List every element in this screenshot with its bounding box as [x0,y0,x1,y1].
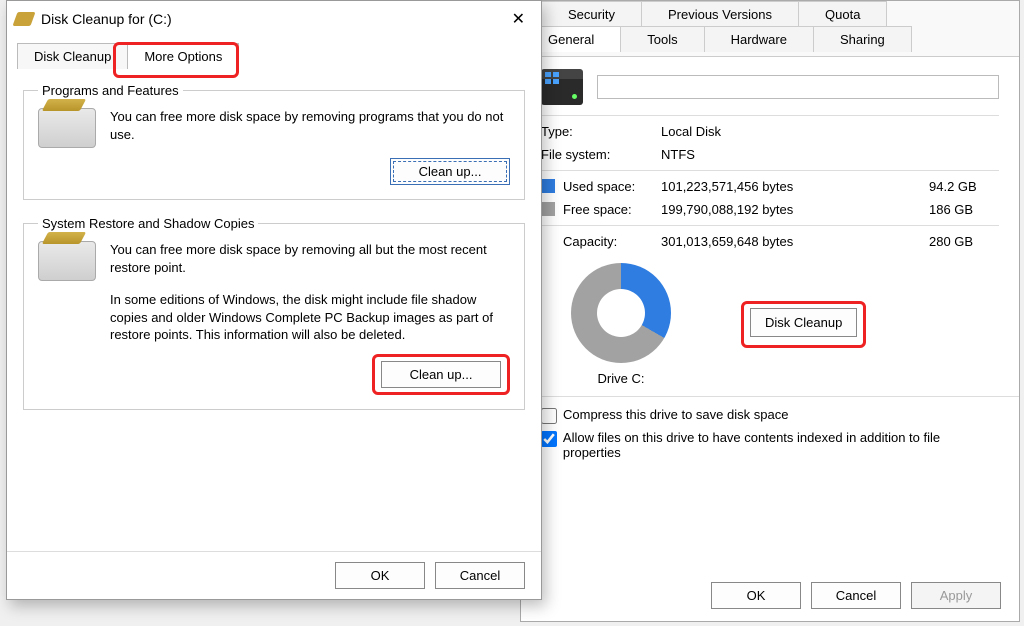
drive-icon [541,69,583,105]
index-label: Allow files on this drive to have conten… [563,430,999,460]
free-space-bytes: 199,790,088,192 bytes [661,202,929,217]
filesystem-label: File system: [541,147,661,162]
properties-body: Type: Local Disk File system: NTFS Used … [521,57,1019,470]
harddrive-sweep-icon [38,241,96,281]
dialog-tab-disk-cleanup[interactable]: Disk Cleanup [17,43,128,69]
dialog-tabs: Disk Cleanup More Options [17,43,531,69]
system-restore-cleanup-button[interactable]: Clean up... [381,361,501,388]
dialog-tab-more-options[interactable]: More Options [127,43,239,69]
filesystem-value: NTFS [661,147,999,162]
drive-name-input[interactable] [597,75,999,99]
system-restore-text1: You can free more disk space by removing… [110,241,510,276]
programs-features-legend: Programs and Features [38,83,183,98]
free-swatch-icon [541,202,555,216]
programs-cleanup-button[interactable]: Clean up... [390,158,510,185]
programs-features-text: You can free more disk space by removing… [110,108,510,143]
dialog-ok-button[interactable]: OK [335,562,425,589]
disk-cleanup-button[interactable]: Disk Cleanup [750,308,857,337]
tab-sharing[interactable]: Sharing [813,26,912,52]
compress-label: Compress this drive to save disk space [563,407,788,422]
properties-tabs: Security Previous Versions Quota General… [521,1,1019,57]
dialog-bottom-buttons: OK Cancel [7,551,541,599]
tab-hardware[interactable]: Hardware [704,26,814,52]
dialog-title: Disk Cleanup for (C:) [41,11,172,27]
free-space-label: Free space: [541,202,661,217]
drive-properties-window: Security Previous Versions Quota General… [520,0,1020,622]
highlight-system-restore-cleanup: Clean up... [372,354,510,395]
highlight-disk-cleanup: Disk Cleanup [741,301,866,348]
close-button[interactable]: ✕ [504,7,533,31]
properties-apply-button: Apply [911,582,1001,609]
used-swatch-icon [541,179,555,193]
dialog-titlebar: Disk Cleanup for (C:) ✕ [7,1,541,37]
used-space-gb: 94.2 GB [929,179,999,194]
properties-ok-button[interactable]: OK [711,582,801,609]
dialog-cancel-button[interactable]: Cancel [435,562,525,589]
index-checkbox[interactable] [541,431,557,447]
system-restore-group: System Restore and Shadow Copies You can… [23,216,525,410]
programs-features-group: Programs and Features You can free more … [23,83,525,200]
disk-cleanup-dialog: Disk Cleanup for (C:) ✕ Disk Cleanup Mor… [6,0,542,600]
properties-cancel-button[interactable]: Cancel [811,582,901,609]
system-restore-text2: In some editions of Windows, the disk mi… [110,291,510,344]
usage-donut-chart [571,263,671,363]
system-restore-legend: System Restore and Shadow Copies [38,216,258,231]
tab-quota[interactable]: Quota [798,1,887,27]
capacity-gb: 280 GB [929,234,999,249]
type-value: Local Disk [661,124,999,139]
type-label: Type: [541,124,661,139]
cleanup-brush-icon [12,12,35,26]
capacity-label: Capacity: [541,234,661,249]
used-space-label: Used space: [541,179,661,194]
tab-tools[interactable]: Tools [620,26,704,52]
drive-caption: Drive C: [571,371,671,386]
used-space-bytes: 101,223,571,456 bytes [661,179,929,194]
harddrive-sweep-icon [38,108,96,148]
free-space-gb: 186 GB [929,202,999,217]
tab-previous-versions[interactable]: Previous Versions [641,1,799,27]
compress-checkbox[interactable] [541,408,557,424]
capacity-bytes: 301,013,659,648 bytes [661,234,929,249]
dialog-body: Programs and Features You can free more … [7,69,541,436]
tab-security[interactable]: Security [541,1,642,27]
